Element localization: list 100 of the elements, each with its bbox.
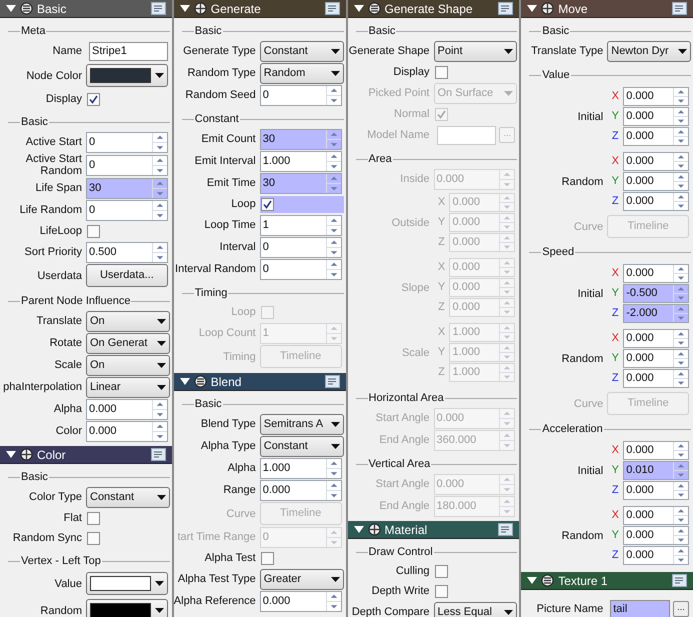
spin-buttons[interactable] bbox=[673, 482, 688, 499]
number-field[interactable]: 1.000 bbox=[260, 150, 342, 172]
spin-buttons[interactable] bbox=[673, 305, 688, 322]
dropdown[interactable]: Constant bbox=[260, 436, 344, 456]
number-field[interactable]: 0.000 bbox=[623, 127, 689, 146]
number-field[interactable]: 0.000 bbox=[260, 480, 342, 500]
spin-buttons[interactable] bbox=[673, 527, 688, 544]
spin-buttons[interactable] bbox=[673, 173, 688, 190]
collapse-icon[interactable] bbox=[180, 378, 190, 385]
notes-icon[interactable] bbox=[324, 2, 340, 15]
dropdown[interactable]: Less Equal bbox=[434, 602, 518, 617]
spin-buttons[interactable] bbox=[152, 156, 167, 174]
notes-icon[interactable] bbox=[498, 523, 514, 536]
notes-icon[interactable] bbox=[672, 574, 687, 587]
spin-buttons[interactable] bbox=[152, 422, 167, 440]
number-field[interactable]: -0.500 bbox=[623, 284, 689, 303]
dropdown[interactable]: On bbox=[86, 354, 170, 376]
panel-header[interactable]: Material bbox=[348, 521, 520, 539]
spin-buttons[interactable] bbox=[673, 88, 688, 105]
spin-buttons[interactable] bbox=[673, 350, 688, 367]
collapse-icon[interactable] bbox=[527, 577, 538, 584]
checkbox[interactable] bbox=[87, 224, 100, 238]
checkbox[interactable] bbox=[87, 92, 100, 106]
action-button[interactable]: Userdata... bbox=[86, 264, 168, 287]
collapse-icon[interactable] bbox=[180, 5, 190, 12]
spin-buttons[interactable] bbox=[326, 480, 340, 500]
spin-buttons[interactable] bbox=[326, 130, 340, 148]
checkbox[interactable] bbox=[434, 564, 448, 578]
spin-buttons[interactable] bbox=[673, 108, 688, 125]
spin-buttons[interactable] bbox=[673, 547, 688, 564]
spin-buttons[interactable] bbox=[673, 462, 688, 479]
number-field[interactable]: 0 bbox=[260, 236, 342, 258]
dropdown[interactable]: Greater bbox=[260, 568, 344, 590]
number-field[interactable]: 0.000 bbox=[623, 506, 689, 525]
spin-buttons[interactable] bbox=[326, 174, 340, 192]
number-field[interactable]: 0.000 bbox=[623, 172, 689, 191]
panel-header[interactable]: Color bbox=[0, 446, 172, 464]
notes-icon[interactable] bbox=[150, 448, 166, 461]
collapse-icon[interactable] bbox=[354, 5, 364, 12]
panel-header[interactable]: Texture 1 bbox=[521, 572, 693, 590]
checkbox[interactable] bbox=[260, 552, 274, 564]
collapse-icon[interactable] bbox=[6, 451, 16, 458]
text-field[interactable]: Stripe1 bbox=[89, 42, 168, 60]
number-field[interactable]: 0.000 bbox=[86, 420, 168, 442]
number-field[interactable]: 0.000 bbox=[260, 590, 342, 612]
number-field[interactable]: 1.000 bbox=[260, 458, 342, 478]
dropdown[interactable]: Semitrans A bbox=[260, 414, 344, 434]
number-field[interactable]: 0.000 bbox=[623, 481, 689, 500]
spin-buttons[interactable] bbox=[673, 193, 688, 210]
text-field[interactable]: tail bbox=[610, 600, 670, 617]
color-picker[interactable] bbox=[86, 572, 168, 595]
number-field[interactable]: 0 bbox=[86, 154, 168, 176]
panel-header[interactable]: Blend bbox=[174, 373, 346, 391]
number-field[interactable]: 0.000 bbox=[623, 152, 689, 171]
spin-buttons[interactable] bbox=[326, 152, 340, 170]
number-field[interactable]: 1 bbox=[260, 214, 342, 236]
spin-buttons[interactable] bbox=[673, 442, 688, 459]
number-field[interactable]: 0 bbox=[260, 258, 342, 280]
number-field[interactable]: 0.500 bbox=[86, 242, 168, 262]
number-field[interactable]: 0.000 bbox=[623, 192, 689, 211]
panel-header[interactable]: Generate bbox=[174, 0, 346, 18]
dropdown[interactable]: Point bbox=[434, 40, 518, 62]
spin-buttons[interactable] bbox=[326, 458, 340, 478]
number-field[interactable]: 0.010 bbox=[623, 461, 689, 480]
spin-buttons[interactable] bbox=[326, 86, 340, 104]
number-field[interactable]: 0.000 bbox=[623, 526, 689, 545]
spin-buttons[interactable] bbox=[673, 507, 688, 524]
spin-buttons[interactable] bbox=[326, 238, 340, 256]
color-picker[interactable] bbox=[86, 599, 168, 617]
spin-buttons[interactable] bbox=[673, 370, 688, 387]
checkbox[interactable] bbox=[87, 512, 100, 524]
dropdown[interactable]: On bbox=[86, 310, 170, 332]
number-field[interactable]: 0 bbox=[86, 200, 168, 220]
notes-icon[interactable] bbox=[324, 375, 340, 388]
dropdown[interactable]: On Generat bbox=[86, 332, 170, 354]
collapse-icon[interactable] bbox=[6, 5, 16, 12]
number-field[interactable]: 30 bbox=[260, 172, 342, 194]
spin-buttons[interactable] bbox=[326, 260, 340, 278]
number-field[interactable]: 0.000 bbox=[623, 107, 689, 126]
dropdown[interactable]: Random bbox=[260, 62, 344, 84]
dropdown[interactable]: Newton Dyr bbox=[607, 40, 691, 62]
spin-buttons[interactable] bbox=[326, 592, 340, 610]
panel-header[interactable]: Move bbox=[521, 0, 693, 18]
number-field[interactable]: 30 bbox=[260, 128, 342, 150]
collapse-icon[interactable] bbox=[354, 526, 364, 533]
spin-buttons[interactable] bbox=[152, 178, 167, 198]
notes-icon[interactable] bbox=[498, 2, 514, 15]
checkbox[interactable] bbox=[260, 198, 274, 210]
notes-icon[interactable] bbox=[672, 2, 687, 15]
browse-button[interactable]: ... bbox=[673, 601, 689, 617]
number-field[interactable]: 0.000 bbox=[86, 398, 168, 420]
spin-buttons[interactable] bbox=[673, 128, 688, 145]
number-field[interactable]: -2.000 bbox=[623, 304, 689, 323]
panel-header[interactable]: Generate Shape bbox=[348, 0, 520, 18]
panel-header[interactable]: Basic bbox=[0, 0, 172, 18]
checkbox[interactable] bbox=[87, 532, 100, 544]
spin-buttons[interactable] bbox=[673, 285, 688, 302]
number-field[interactable]: 30 bbox=[86, 178, 168, 198]
collapse-icon[interactable] bbox=[527, 5, 538, 12]
number-field[interactable]: 0.000 bbox=[623, 369, 689, 388]
